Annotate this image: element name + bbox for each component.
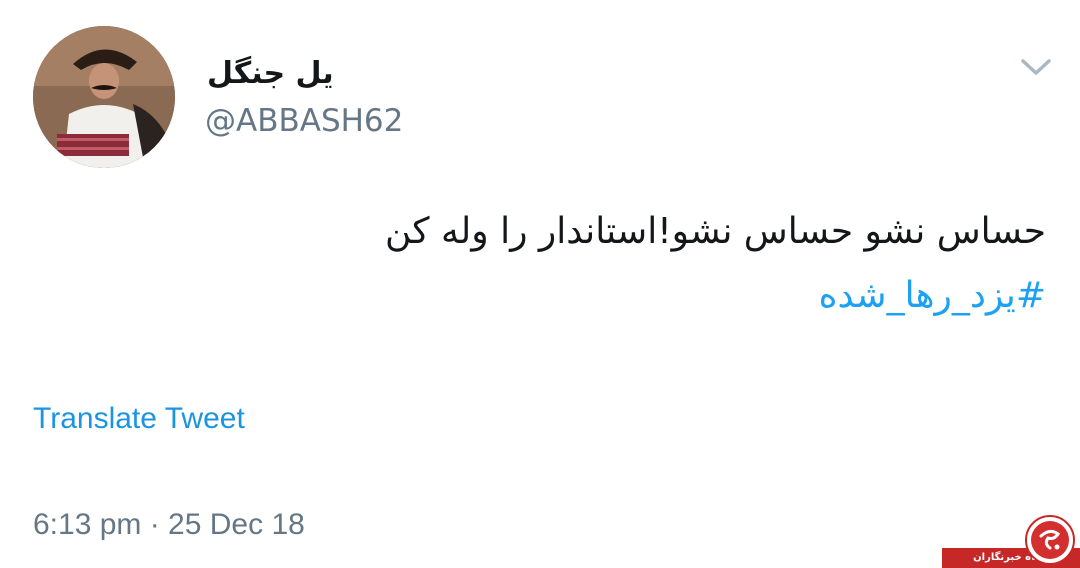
tweet-text: حساس نشو حساس نشو!استاندار را وله کن	[384, 211, 1046, 252]
watermark: باشگاه خبرنگاران	[942, 512, 1080, 568]
user-handle[interactable]: @ABBASH62	[205, 102, 403, 140]
tweet-timestamp[interactable]: 6:13 pm · 25 Dec 18	[33, 506, 305, 544]
display-name[interactable]: یل جنگل	[207, 56, 334, 92]
avatar[interactable]	[33, 26, 175, 168]
hashtag-link[interactable]: #یزد_رها_شده	[819, 270, 1046, 322]
tweet-card: یل جنگل @ABBASH62 حساس نشو حساس نشو!استا…	[0, 0, 1080, 568]
chevron-down-icon[interactable]	[1016, 50, 1056, 84]
watermark-logo-icon	[1024, 514, 1076, 566]
translate-tweet-link[interactable]: Translate Tweet	[33, 400, 245, 438]
